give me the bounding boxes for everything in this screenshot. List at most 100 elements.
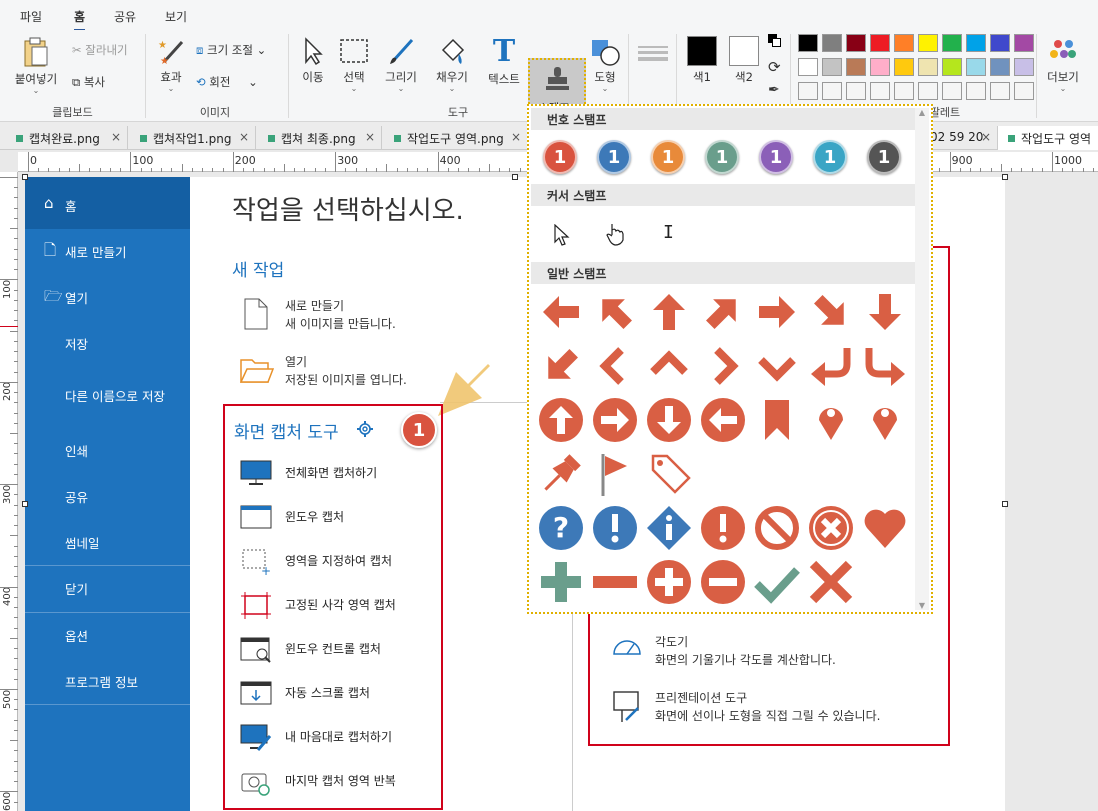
palette-swatch[interactable] <box>822 82 842 100</box>
palette-swatch[interactable] <box>990 82 1010 100</box>
number-stamp[interactable]: 1 <box>759 140 793 174</box>
sidebar-item-share[interactable]: 공유 <box>65 487 88 506</box>
arrow-up-right-icon[interactable] <box>699 288 747 336</box>
selection-handle[interactable] <box>512 174 518 180</box>
palette-swatch[interactable] <box>798 58 818 76</box>
sidebar-item-new[interactable]: 새로 만들기 <box>65 242 126 261</box>
capture-item[interactable]: 영역을 지정하여 캡처 <box>285 552 392 569</box>
flag-icon[interactable] <box>601 454 627 496</box>
sidebar-item-open[interactable]: 열기 <box>65 288 88 307</box>
bookmark-icon[interactable] <box>765 400 789 440</box>
chevron-down-icon[interactable] <box>758 357 796 382</box>
copy-button[interactable]: ⧉ 복사 <box>72 74 105 90</box>
cursor-hand-stamp[interactable] <box>605 222 627 246</box>
arrow-down-right-icon[interactable] <box>807 288 855 336</box>
plus-circle-icon[interactable] <box>647 560 691 604</box>
shape-button[interactable]: 도형 ⌄ <box>588 36 622 93</box>
close-icon[interactable]: × <box>239 130 249 144</box>
more-colors-button[interactable]: 더보기 ⌄ <box>1040 36 1086 93</box>
palette-swatch[interactable] <box>966 34 986 52</box>
capture-item[interactable]: 내 마음대로 캡처하기 <box>285 728 392 745</box>
sidebar-item-home[interactable]: 홈 <box>65 196 77 215</box>
tab-tool-area-active[interactable]: 작업도구 영역 <box>998 126 1098 150</box>
palette-swatch[interactable] <box>966 58 986 76</box>
open-title[interactable]: 열기 <box>285 353 307 370</box>
palette-swatch[interactable] <box>798 82 818 100</box>
prohibited-icon[interactable] <box>755 506 799 550</box>
minus-circle-icon[interactable] <box>701 560 745 604</box>
capture-item[interactable]: 마지막 캡처 영역 반복 <box>285 772 396 789</box>
plus-icon[interactable] <box>541 562 581 602</box>
tab-capture-done[interactable]: 캡쳐완료.png × <box>6 126 128 150</box>
new-title[interactable]: 새로 만들기 <box>285 297 344 314</box>
exclamation-circle-icon[interactable] <box>701 506 745 550</box>
sidebar-item-save[interactable]: 저장 <box>65 334 88 353</box>
arrow-down-icon[interactable] <box>869 294 901 330</box>
color2-button[interactable]: 색2 <box>726 36 762 85</box>
cursor-ibeam-stamp[interactable]: I <box>663 222 674 243</box>
fill-button[interactable]: 채우기 ⌄ <box>430 36 474 93</box>
palette-swatch[interactable] <box>870 82 890 100</box>
palette-swatch[interactable] <box>894 82 914 100</box>
circle-arrow-left-icon[interactable] <box>701 398 745 442</box>
x-mark-icon[interactable] <box>809 560 853 604</box>
info-diamond-icon[interactable] <box>647 506 691 550</box>
palette-swatch[interactable] <box>966 82 986 100</box>
move-button[interactable]: 이동 <box>296 36 330 85</box>
number-stamp[interactable]: 1 <box>543 140 577 174</box>
capture-item[interactable]: 전체화면 캡처하기 <box>285 464 377 481</box>
heart-icon[interactable] <box>864 509 906 548</box>
palette-swatch[interactable] <box>990 34 1010 52</box>
circle-arrow-up-icon[interactable] <box>539 398 583 442</box>
close-icon[interactable]: × <box>365 130 375 144</box>
sidebar-item-print[interactable]: 인쇄 <box>65 441 88 460</box>
number-stamp[interactable]: 1 <box>597 140 631 174</box>
palette-swatch[interactable] <box>918 58 938 76</box>
paste-button[interactable]: 붙여넣기 ⌄ <box>10 36 62 95</box>
capture-item[interactable]: 자동 스크롤 캡처 <box>285 684 370 701</box>
close-icon[interactable]: × <box>511 130 521 144</box>
palette-swatch[interactable] <box>798 34 818 52</box>
selection-handle[interactable] <box>1002 174 1008 180</box>
arrow-right-icon[interactable] <box>759 296 795 328</box>
palette-swatch[interactable] <box>942 34 962 52</box>
palette-swatch[interactable] <box>870 58 890 76</box>
rotate-button[interactable]: ⟲ 회전 ⌄ <box>196 74 258 90</box>
effects-button[interactable]: ★ ★ 효과 ⌄ <box>152 36 190 93</box>
refresh-icon[interactable]: ⟳ <box>768 58 781 76</box>
palette-swatch[interactable] <box>846 58 866 76</box>
number-stamp[interactable]: 1 <box>867 140 901 174</box>
palette-swatch[interactable] <box>894 58 914 76</box>
close-icon[interactable]: × <box>981 130 991 144</box>
swap-colors-icon[interactable] <box>768 34 782 48</box>
popup-scrollbar[interactable]: ▲ ▼ <box>915 108 929 610</box>
palette-swatch[interactable] <box>894 34 914 52</box>
select-button[interactable]: 선택 ⌄ <box>336 36 372 93</box>
sidebar-item-save-as[interactable]: 다른 이름으로 저장 <box>65 386 165 405</box>
sidebar-item-close[interactable]: 닫기 <box>65 579 88 598</box>
palette-swatch[interactable] <box>822 34 842 52</box>
chevron-left-icon[interactable] <box>599 347 624 385</box>
selection-handle[interactable] <box>1002 501 1008 507</box>
number-stamp[interactable]: 1 <box>651 140 685 174</box>
selection-handle[interactable] <box>22 174 28 180</box>
palette-swatch[interactable] <box>846 82 866 100</box>
checkmark-icon[interactable] <box>754 567 800 604</box>
circle-arrow-right-icon[interactable] <box>593 398 637 442</box>
color1-button[interactable]: 색1 <box>684 36 720 85</box>
arrow-up-icon[interactable] <box>653 294 685 330</box>
price-tag-icon[interactable] <box>651 454 691 494</box>
pushpin-icon[interactable] <box>538 453 582 497</box>
palette-swatch[interactable] <box>1014 58 1034 76</box>
map-pin-icon[interactable] <box>819 408 843 440</box>
capture-item[interactable]: 고정된 사각 영역 캡처 <box>285 596 396 613</box>
number-stamp[interactable]: 1 <box>813 140 847 174</box>
sidebar-item-about[interactable]: 프로그램 정보 <box>65 672 138 691</box>
palette-swatch[interactable] <box>942 82 962 100</box>
sidebar-item-thumbnail[interactable]: 썸네일 <box>65 533 100 552</box>
cursor-arrow-stamp[interactable] <box>553 224 571 246</box>
circle-arrow-down-icon[interactable] <box>647 398 691 442</box>
tab-tool-area[interactable]: 작업도구 영역.png × <box>384 126 528 150</box>
palette-swatch[interactable] <box>822 58 842 76</box>
cut-button[interactable]: ✂ 잘라내기 <box>72 42 128 58</box>
